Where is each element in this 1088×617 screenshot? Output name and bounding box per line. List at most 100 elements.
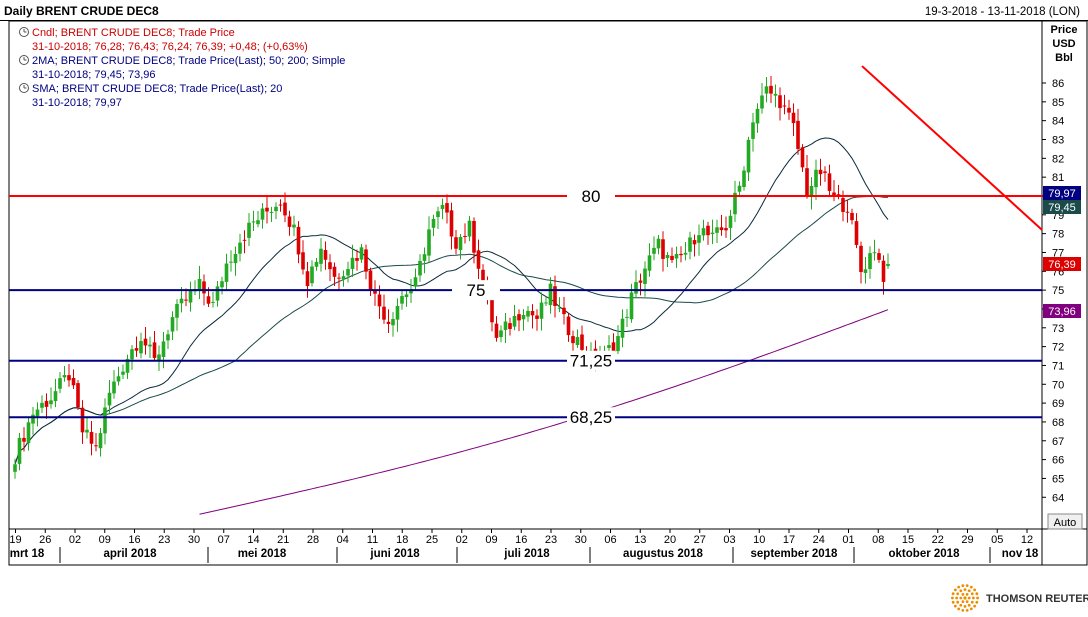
candle-down [611,342,616,352]
x-tick-label: 02 [456,534,468,546]
price-chart: 807571,2568,25 6465666768697071727374757… [0,0,1088,612]
candle-up [40,402,44,408]
logo-dot [963,596,967,600]
legend-item-candle[interactable]: Cndl; BRENT CRUDE DEC8; Trade Price 31-1… [19,27,308,53]
logo-dot [957,585,961,589]
candle-up [521,315,526,320]
candle-down [845,211,850,213]
logo-dot [973,588,977,592]
legend-item-sma[interactable]: SMA; BRENT CRUDE DEC8; Trade Price(Last)… [19,83,283,109]
candle-down [778,95,782,109]
y-tick-label: 84 [1052,116,1064,128]
x-month-label: april 2018 [103,548,157,560]
auto-button-label: Auto [1054,517,1077,529]
y-tick-label: 72 [1052,342,1064,354]
x-tick-label: 07 [218,534,230,546]
candle-up [548,283,553,306]
logo-dot [973,604,977,608]
candle-up [85,429,89,433]
candle-down [787,107,791,113]
x-tick-label: 13 [634,534,646,546]
candle-up [233,253,238,264]
auto-scale-button[interactable]: Auto [1047,513,1083,530]
x-tick-label: 09 [99,534,111,546]
candle-down [328,262,332,270]
candle-down [719,227,724,231]
logo-dot [965,592,969,596]
candle-up [130,349,134,360]
candle-down [265,207,269,212]
candle-up [17,437,22,464]
candle-down [305,271,310,286]
x-tick-label: 21 [277,534,289,546]
candle-up [688,237,692,252]
candle-up [157,354,161,361]
sma20-line [14,137,889,465]
candle-down [530,311,535,316]
candle-down [368,270,373,290]
x-month-label: september 2018 [751,548,839,560]
candle-down [76,383,80,408]
logo-dot [956,600,960,604]
candle-down [364,249,368,272]
candle-down [580,334,584,350]
candle-down [877,253,881,260]
candle-down [679,253,683,256]
logo-dot [961,609,965,612]
logo-dot [963,588,967,591]
candle-down [571,336,575,344]
candle-up [814,169,818,188]
candle-down [89,431,94,444]
candle-down [278,204,283,206]
candle-up [260,208,265,220]
logo-dot [967,596,971,600]
candle-up [751,122,755,139]
y-tick-label: 73 [1052,323,1064,335]
x-tick-label: 16 [128,534,140,546]
candle-up [710,232,715,235]
candle-down [463,235,467,237]
y-tick-label: 71 [1052,360,1064,372]
candle-up [422,254,427,261]
candle-down [152,342,157,358]
logo-dot [965,600,969,604]
candle-up [341,276,346,280]
chart-title: Daily BRENT CRUDE DEC8 [4,4,159,18]
candle-down [562,307,566,315]
candle-up [292,224,296,228]
candle-up [431,218,436,228]
candle-up [238,242,242,254]
candle-down [566,316,571,336]
candle-down [791,112,796,124]
candle-up [742,170,746,187]
candle-up [274,206,278,212]
legend-line-1: SMA; BRENT CRUDE DEC8; Trade Price(Last)… [32,83,282,95]
candle-down [481,269,485,281]
candle-up [148,344,152,347]
candle-up [557,307,562,309]
logo-dot [969,607,973,611]
candle-down [494,323,499,338]
candle-up [314,261,319,267]
candle-up [197,279,202,291]
candle-up [764,86,769,94]
legend-item-2ma[interactable]: 2MA; BRENT CRUDE DEC8; Trade Price(Last)… [19,55,346,81]
brand-name: THOMSON REUTERS [986,593,1088,605]
x-tick-label: 06 [604,534,616,546]
candle-down [301,252,305,270]
candle-up [458,236,463,251]
level-label-80: 80 [582,187,601,206]
x-month-label: mei 2018 [238,548,287,560]
candle-up [701,228,706,236]
candle-up [107,392,112,406]
candle-up [359,247,364,260]
candle-up [418,260,422,276]
candle-up [634,282,638,294]
moving-averages-layer [14,137,889,515]
candle-down [445,203,449,213]
candle-up [746,139,751,173]
resistance-trendline [861,65,1043,231]
candle-down [638,280,643,283]
axis-title-unit: Bbl [1055,52,1073,64]
logo-dot [970,600,974,604]
